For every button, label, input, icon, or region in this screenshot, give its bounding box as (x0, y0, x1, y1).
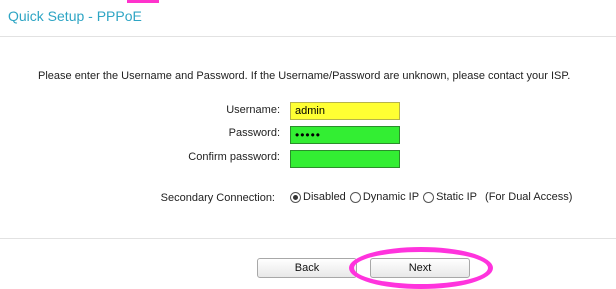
dual-access-note: (For Dual Access) (485, 191, 573, 203)
radio-disabled-label: Disabled (303, 191, 346, 203)
radio-option-static-ip[interactable]: Static IP (423, 191, 477, 203)
divider-bottom (0, 238, 616, 239)
radio-dynamic-ip-icon[interactable] (349, 191, 361, 203)
confirm-password-input[interactable] (290, 150, 400, 168)
divider (0, 36, 616, 37)
radio-static-ip-label: Static IP (436, 191, 478, 203)
radio-option-dynamic-ip[interactable]: Dynamic IP (349, 191, 420, 203)
username-input[interactable] (290, 102, 400, 120)
username-label: Username: (226, 104, 280, 116)
page-title: Quick Setup - PPPoE (8, 8, 142, 24)
password-input[interactable] (290, 126, 400, 144)
radio-disabled-icon[interactable] (290, 191, 301, 203)
radio-option-disabled[interactable]: Disabled (290, 191, 346, 203)
radio-dynamic-ip-label: Dynamic IP (362, 191, 420, 203)
annotation-mark (127, 0, 159, 3)
next-button[interactable]: Next (370, 258, 470, 278)
radio-static-ip-icon[interactable] (423, 191, 435, 203)
instruction-text: Please enter the Username and Password. … (38, 70, 571, 82)
secondary-connection-radio-group: Disabled Dynamic IP Static IP (For Dual … (290, 191, 572, 203)
password-label: Password: (228, 127, 280, 139)
secondary-connection-label: Secondary Connection: (160, 192, 275, 204)
back-button[interactable]: Back (257, 258, 357, 278)
confirm-password-label: Confirm password: (188, 151, 280, 163)
